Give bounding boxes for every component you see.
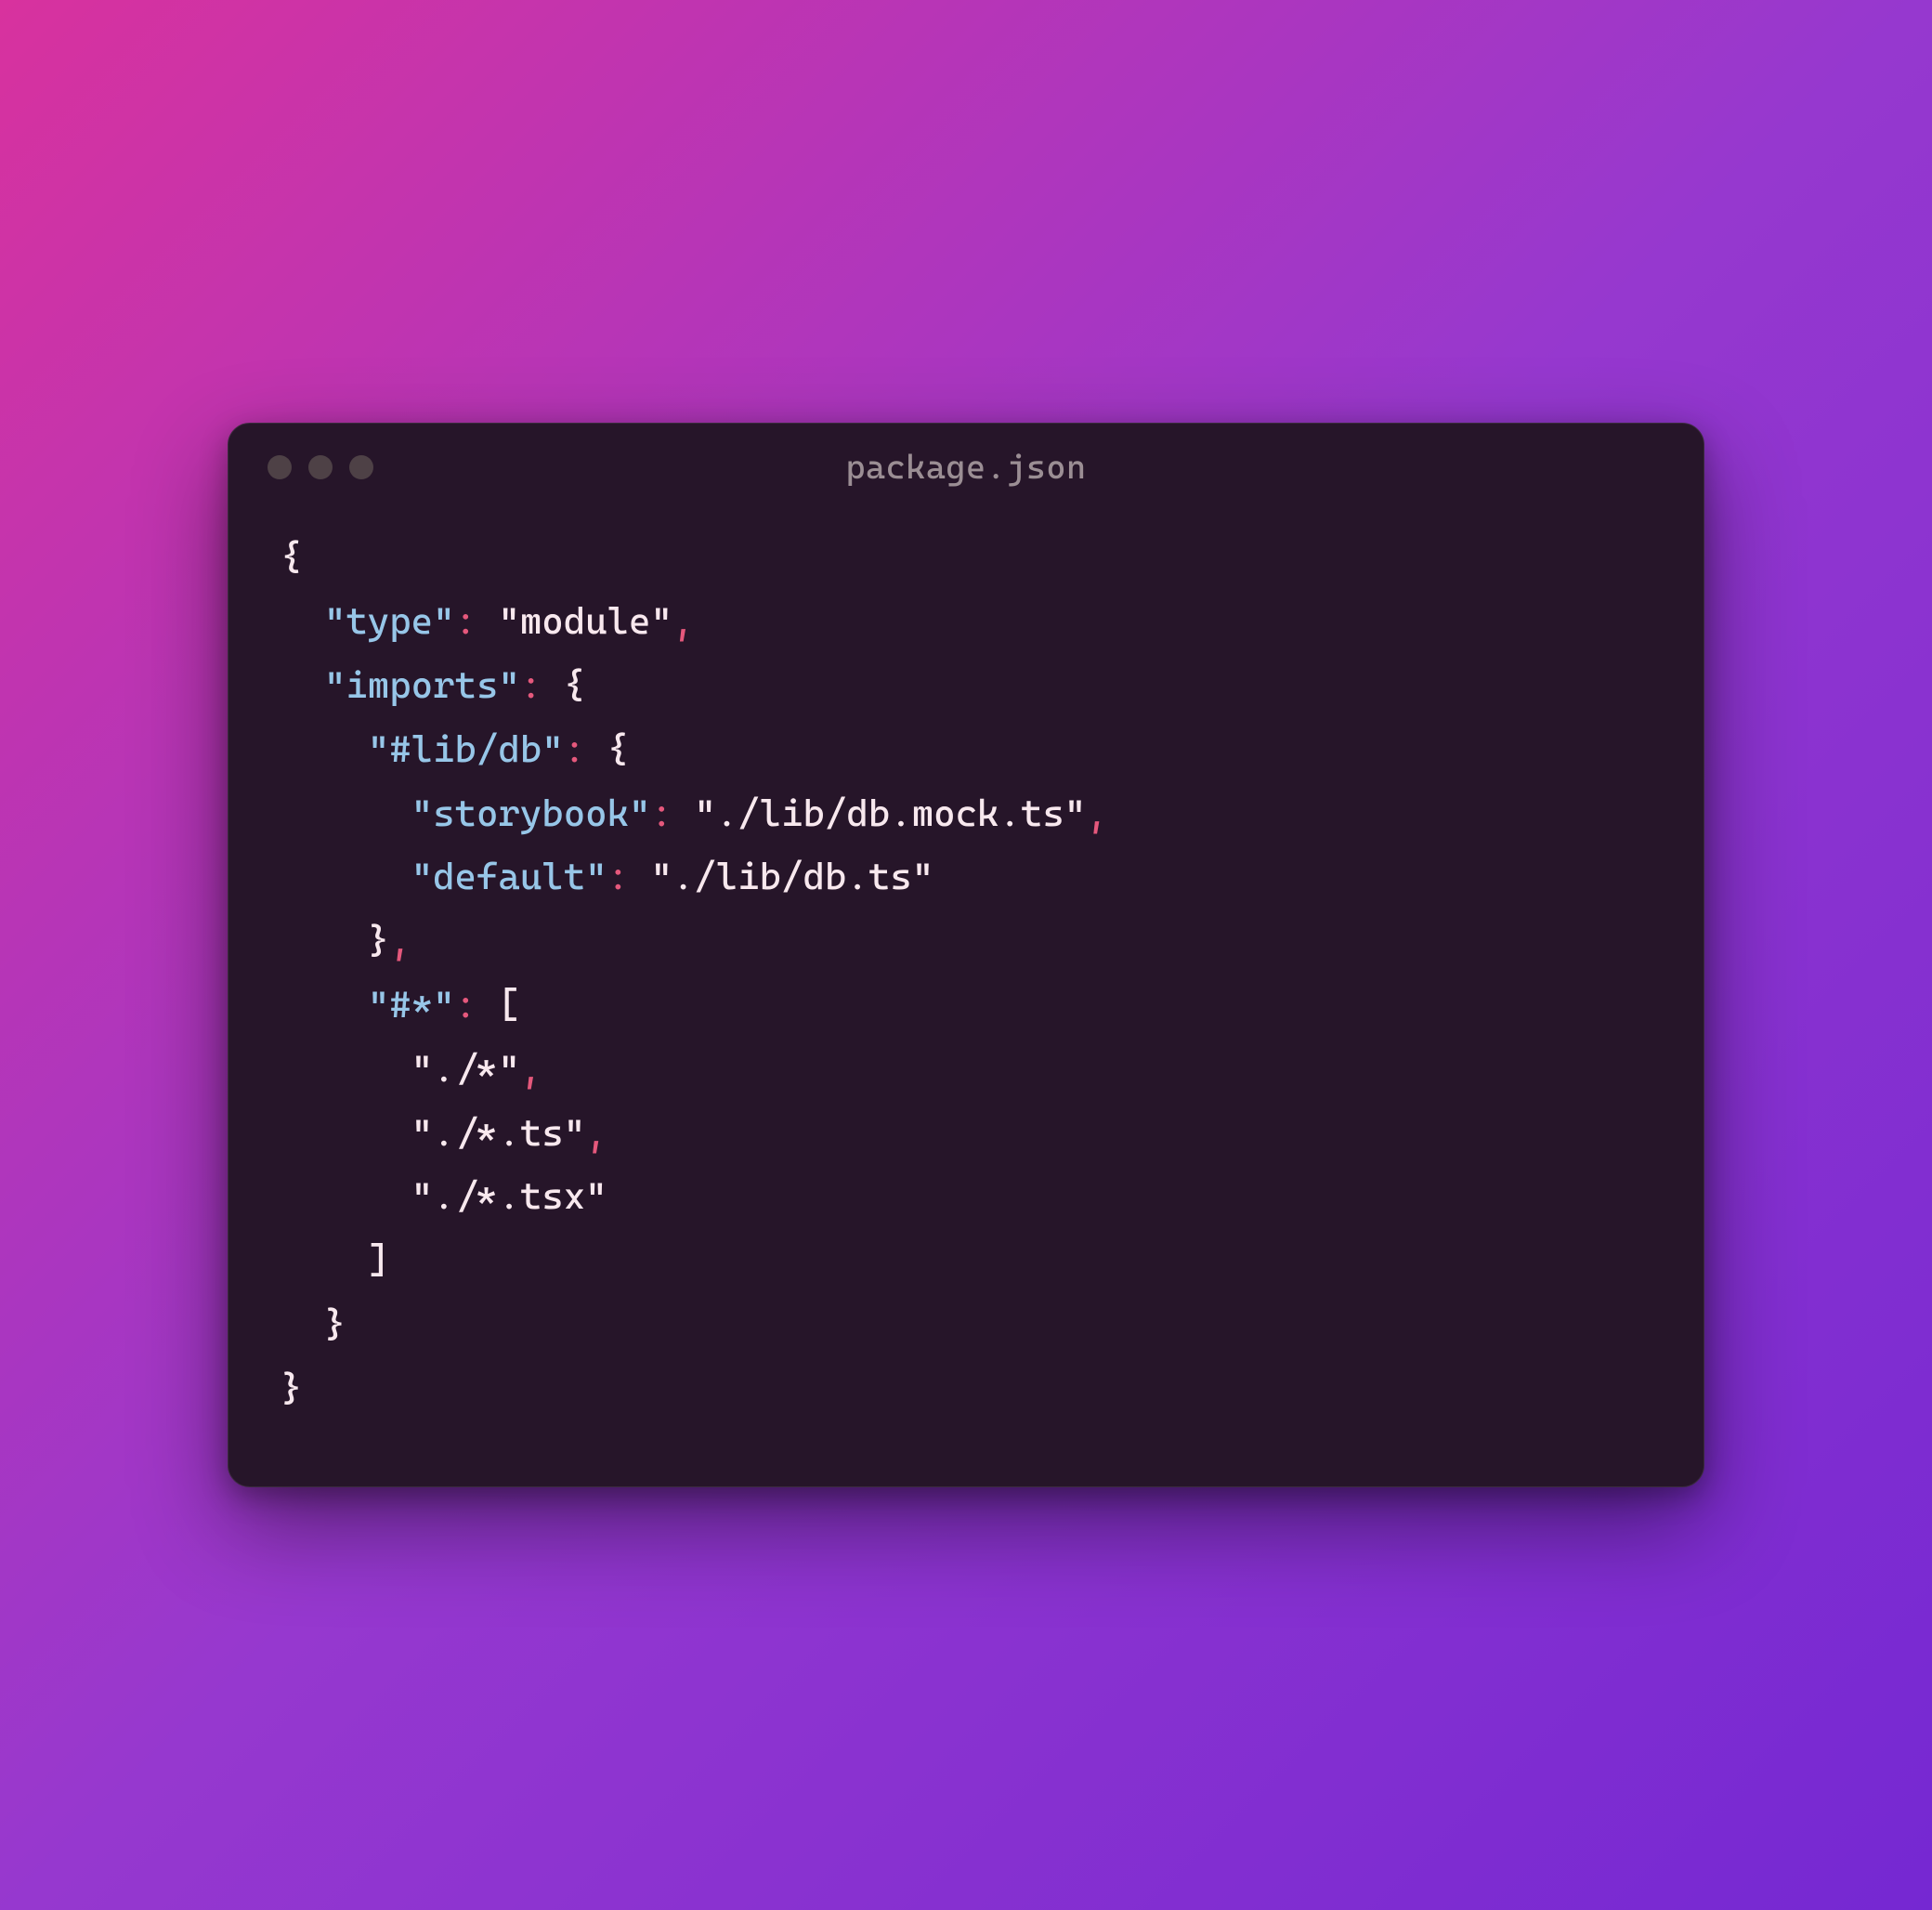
code-area[interactable]: { "type": "module", "imports": { "#lib/d…	[228, 498, 1704, 1485]
code-line: "#lib/db": {	[281, 718, 1651, 782]
titlebar: package.json	[228, 424, 1704, 498]
code-line: "type": "module",	[281, 590, 1651, 654]
minimize-icon[interactable]	[308, 455, 333, 479]
code-line: "#*": [	[281, 974, 1651, 1038]
maximize-icon[interactable]	[349, 455, 373, 479]
code-line: "default": "./lib/db.ts"	[281, 845, 1651, 909]
code-line: "storybook": "./lib/db.mock.ts",	[281, 782, 1651, 846]
code-line: "./*.ts",	[281, 1102, 1651, 1166]
code-line: },	[281, 909, 1651, 974]
code-line: {	[281, 526, 1651, 590]
window-title: package.json	[845, 449, 1086, 487]
code-line: }	[281, 1293, 1651, 1357]
editor-window: package.json { "type": "module", "import…	[228, 423, 1704, 1486]
code-line: "./*.tsx"	[281, 1165, 1651, 1229]
code-line: }	[281, 1357, 1651, 1421]
traffic-lights	[268, 455, 373, 479]
close-icon[interactable]	[268, 455, 292, 479]
code-line: "./*",	[281, 1038, 1651, 1102]
code-line: ]	[281, 1229, 1651, 1293]
code-line: "imports": {	[281, 654, 1651, 718]
